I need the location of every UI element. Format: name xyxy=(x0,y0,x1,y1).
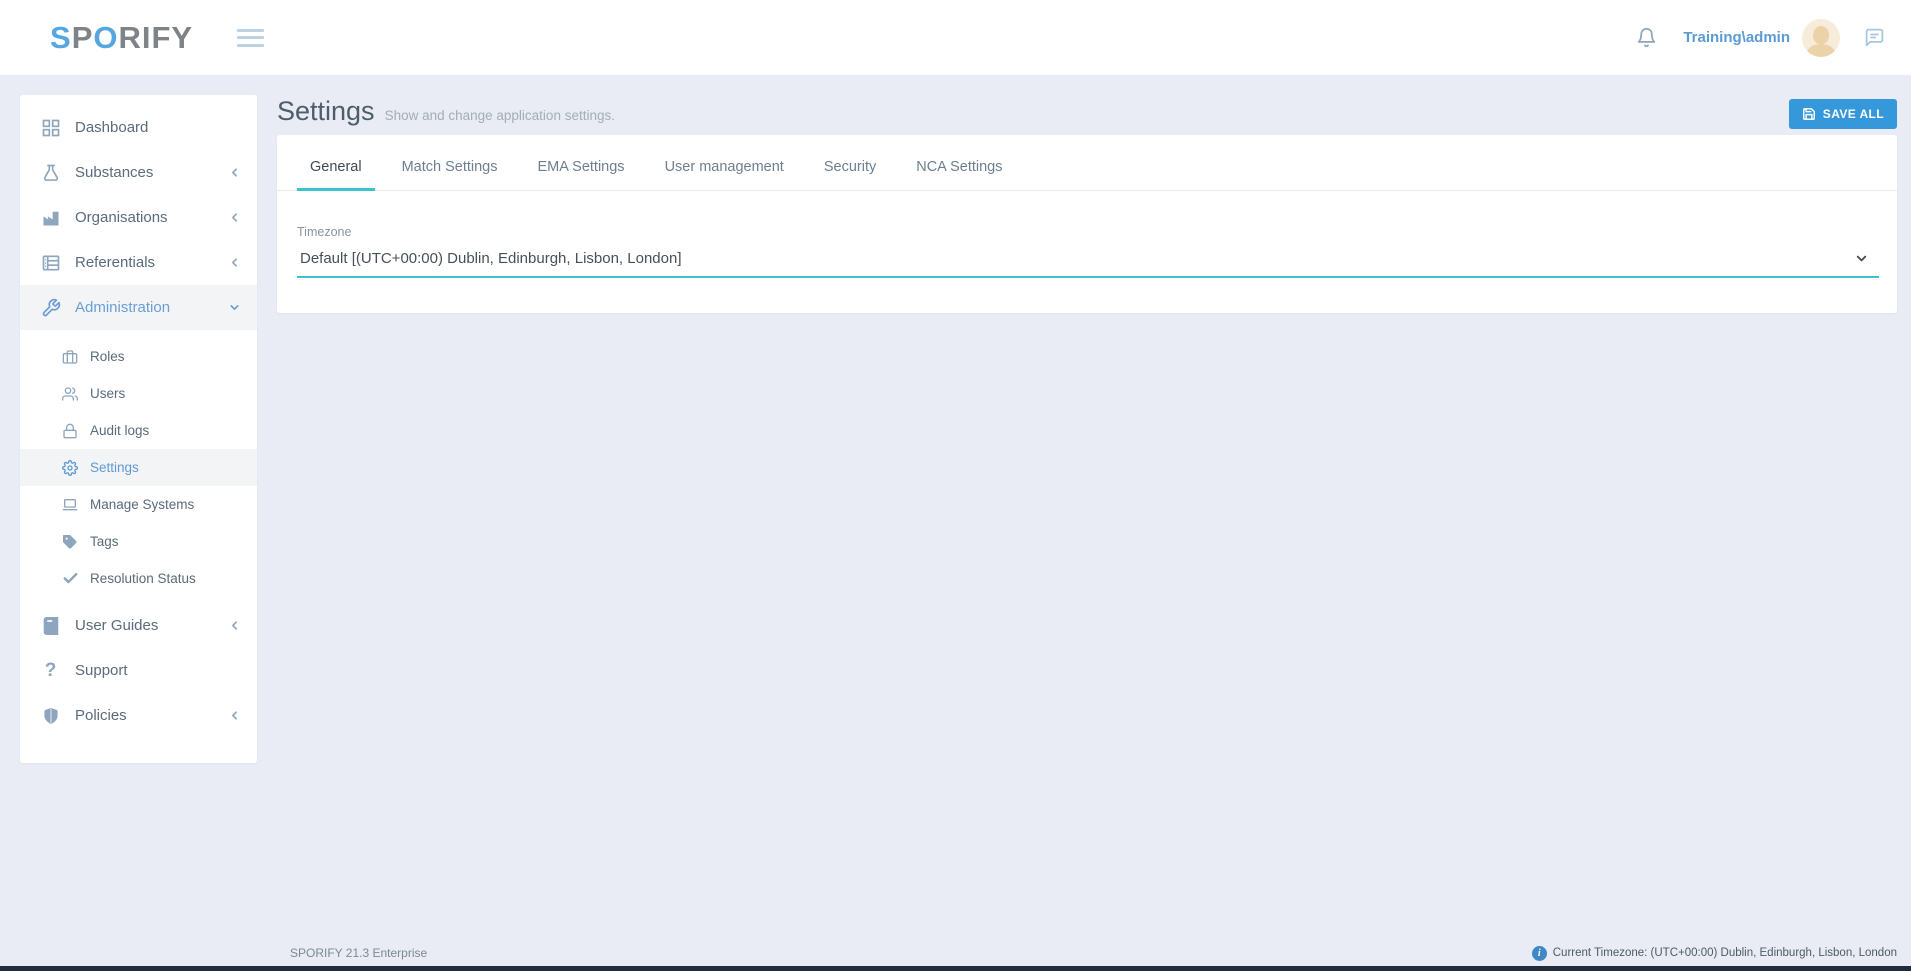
logo-letter: O xyxy=(93,20,118,55)
sidebar-item-label: Audit logs xyxy=(90,423,149,438)
sporify-logo[interactable]: SPORIFY xyxy=(50,20,193,56)
page-title: Settings xyxy=(277,96,375,127)
sidebar-item-label: Administration xyxy=(75,299,170,316)
sidebar-item-organisations[interactable]: Organisations xyxy=(20,195,257,240)
save-all-button[interactable]: SAVE ALL xyxy=(1789,99,1897,129)
sidebar-item-audit-logs[interactable]: Audit logs xyxy=(20,412,257,449)
settings-card: General Match Settings EMA Settings User… xyxy=(277,135,1897,313)
tab-ema-settings[interactable]: EMA Settings xyxy=(525,153,638,191)
user-avatar[interactable] xyxy=(1802,19,1840,57)
settings-tabs: General Match Settings EMA Settings User… xyxy=(277,135,1897,191)
timezone-select[interactable]: Default [(UTC+00:00) Dublin, Edinburgh, … xyxy=(297,246,1879,278)
flask-icon xyxy=(40,163,61,183)
sidebar-item-label: Roles xyxy=(90,349,125,364)
tab-nca-settings[interactable]: NCA Settings xyxy=(903,153,1015,191)
sidebar-item-tags[interactable]: Tags xyxy=(20,523,257,560)
logo-letter: P xyxy=(72,20,94,55)
tab-match-settings[interactable]: Match Settings xyxy=(389,153,511,191)
sidebar-item-support[interactable]: ? Support xyxy=(20,648,257,693)
page-subtitle: Show and change application settings. xyxy=(385,108,615,123)
sidebar-item-resolution-status[interactable]: Resolution Status xyxy=(20,560,257,597)
sidebar-item-label: Support xyxy=(75,662,128,679)
chevron-down-icon xyxy=(1854,251,1869,266)
gear-icon xyxy=(61,460,79,476)
tab-security[interactable]: Security xyxy=(811,153,889,191)
chevron-down-icon xyxy=(228,301,241,314)
lock-icon xyxy=(61,423,79,439)
sidebar-item-policies[interactable]: Policies xyxy=(20,693,257,738)
save-icon xyxy=(1802,107,1816,121)
logged-in-user[interactable]: Training\admin xyxy=(1683,29,1790,46)
tab-general[interactable]: General xyxy=(297,153,375,191)
sidebar-item-dashboard[interactable]: Dashboard xyxy=(20,105,257,150)
administration-submenu: Roles Users Audit logs Settings Manage S… xyxy=(20,338,257,597)
topbar-right: Training\admin xyxy=(1636,19,1885,57)
logo-letter: RIFY xyxy=(119,20,194,55)
sidebar-item-referentials[interactable]: Referentials xyxy=(20,240,257,285)
bell-icon[interactable] xyxy=(1636,27,1657,48)
chevron-left-icon xyxy=(228,256,241,269)
book-icon xyxy=(40,616,61,636)
sidebar-item-user-guides[interactable]: User Guides xyxy=(20,603,257,648)
factory-icon xyxy=(40,208,61,228)
sidebar-item-label: Tags xyxy=(90,534,119,549)
users-icon xyxy=(61,386,79,402)
sidebar-item-label: Users xyxy=(90,386,125,401)
grid-icon xyxy=(40,118,61,138)
sidebar-item-label: Dashboard xyxy=(75,119,148,136)
briefcase-icon xyxy=(61,349,79,365)
info-icon: i xyxy=(1532,946,1547,961)
wrench-icon xyxy=(40,298,61,318)
sidebar-item-label: Manage Systems xyxy=(90,497,194,512)
sidebar-item-manage-systems[interactable]: Manage Systems xyxy=(20,486,257,523)
chevron-left-icon xyxy=(228,619,241,632)
question-icon: ? xyxy=(40,661,61,680)
tab-user-management[interactable]: User management xyxy=(652,153,797,191)
avatar-head xyxy=(1813,26,1829,44)
sidebar-item-administration[interactable]: Administration xyxy=(20,285,257,330)
top-bar: SPORIFY Training\admin xyxy=(0,0,1911,75)
app-version: SPORIFY 21.3 Enterprise xyxy=(290,946,427,960)
save-all-label: SAVE ALL xyxy=(1823,107,1884,121)
shield-icon xyxy=(40,707,61,725)
logo-letter: S xyxy=(50,20,72,55)
footer: SPORIFY 21.3 Enterprise i Current Timezo… xyxy=(0,940,1911,966)
sidebar-item-label: Substances xyxy=(75,164,153,181)
page-header: Settings Show and change application set… xyxy=(277,96,615,127)
sidebar-nav: Dashboard Substances Organisations Refer… xyxy=(20,95,257,763)
sidebar-item-settings[interactable]: Settings xyxy=(20,449,257,486)
sidebar-item-label: Referentials xyxy=(75,254,155,271)
timezone-field: Timezone Default [(UTC+00:00) Dublin, Ed… xyxy=(297,225,1879,278)
check-icon xyxy=(61,570,79,587)
hamburger-icon[interactable] xyxy=(237,29,264,47)
bottom-edge-strip xyxy=(0,966,1911,971)
timezone-selected-value: Default [(UTC+00:00) Dublin, Edinburgh, … xyxy=(300,250,681,267)
current-timezone-status: i Current Timezone: (UTC+00:00) Dublin, … xyxy=(1532,946,1897,961)
sidebar-item-substances[interactable]: Substances xyxy=(20,150,257,195)
laptop-icon xyxy=(61,497,79,513)
avatar-shoulders xyxy=(1807,44,1835,57)
chevron-left-icon xyxy=(228,211,241,224)
sidebar-item-label: Settings xyxy=(90,460,139,475)
sidebar-item-label: Resolution Status xyxy=(90,571,196,586)
tag-icon xyxy=(61,534,79,550)
timezone-label: Timezone xyxy=(297,225,1879,239)
sidebar-item-label: Policies xyxy=(75,707,127,724)
sidebar-item-roles[interactable]: Roles xyxy=(20,338,257,375)
chat-icon[interactable] xyxy=(1864,27,1885,48)
sidebar-bottom-group: User Guides ? Support Policies xyxy=(20,603,257,738)
chevron-left-icon xyxy=(228,709,241,722)
current-timezone-text: Current Timezone: (UTC+00:00) Dublin, Ed… xyxy=(1553,947,1897,959)
list-icon xyxy=(40,253,61,273)
sidebar-item-label: Organisations xyxy=(75,209,168,226)
chevron-left-icon xyxy=(228,166,241,179)
sidebar-item-users[interactable]: Users xyxy=(20,375,257,412)
sidebar-item-label: User Guides xyxy=(75,617,158,634)
